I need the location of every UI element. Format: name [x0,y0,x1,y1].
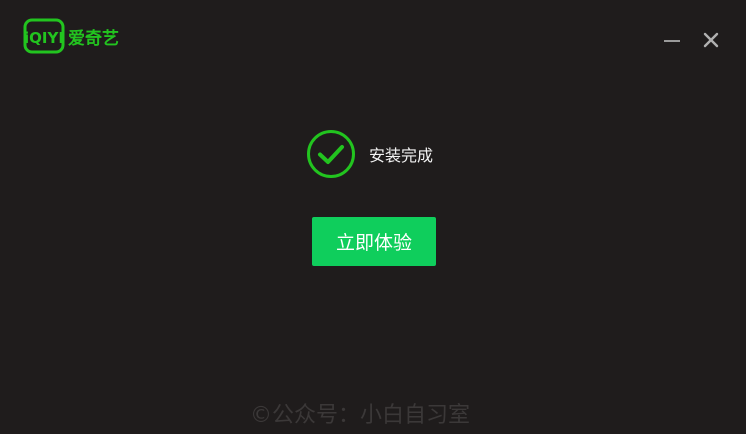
status-text: 安装完成 [369,146,434,165]
iqiyi-logo: iQIYI 爱奇艺 [23,18,119,54]
logo-brand-text: iQIYI [24,29,64,47]
logo-chinese-text: 爱奇艺 [68,28,119,49]
watermark-text: ©公众号：小白自习室 [250,403,471,428]
minimize-icon [664,40,680,42]
close-button[interactable] [699,28,723,52]
installer-window: iQIYI 爱奇艺 安装完成 立即体验 ©公众号：小白自习室 [0,0,746,434]
iqiyi-logo-icon: iQIYI [23,18,65,54]
minimize-button[interactable] [660,28,684,52]
install-status: 安装完成 [306,129,433,179]
close-icon [703,32,719,48]
check-circle-icon [307,130,355,178]
start-now-button[interactable]: 立即体验 [312,217,436,266]
